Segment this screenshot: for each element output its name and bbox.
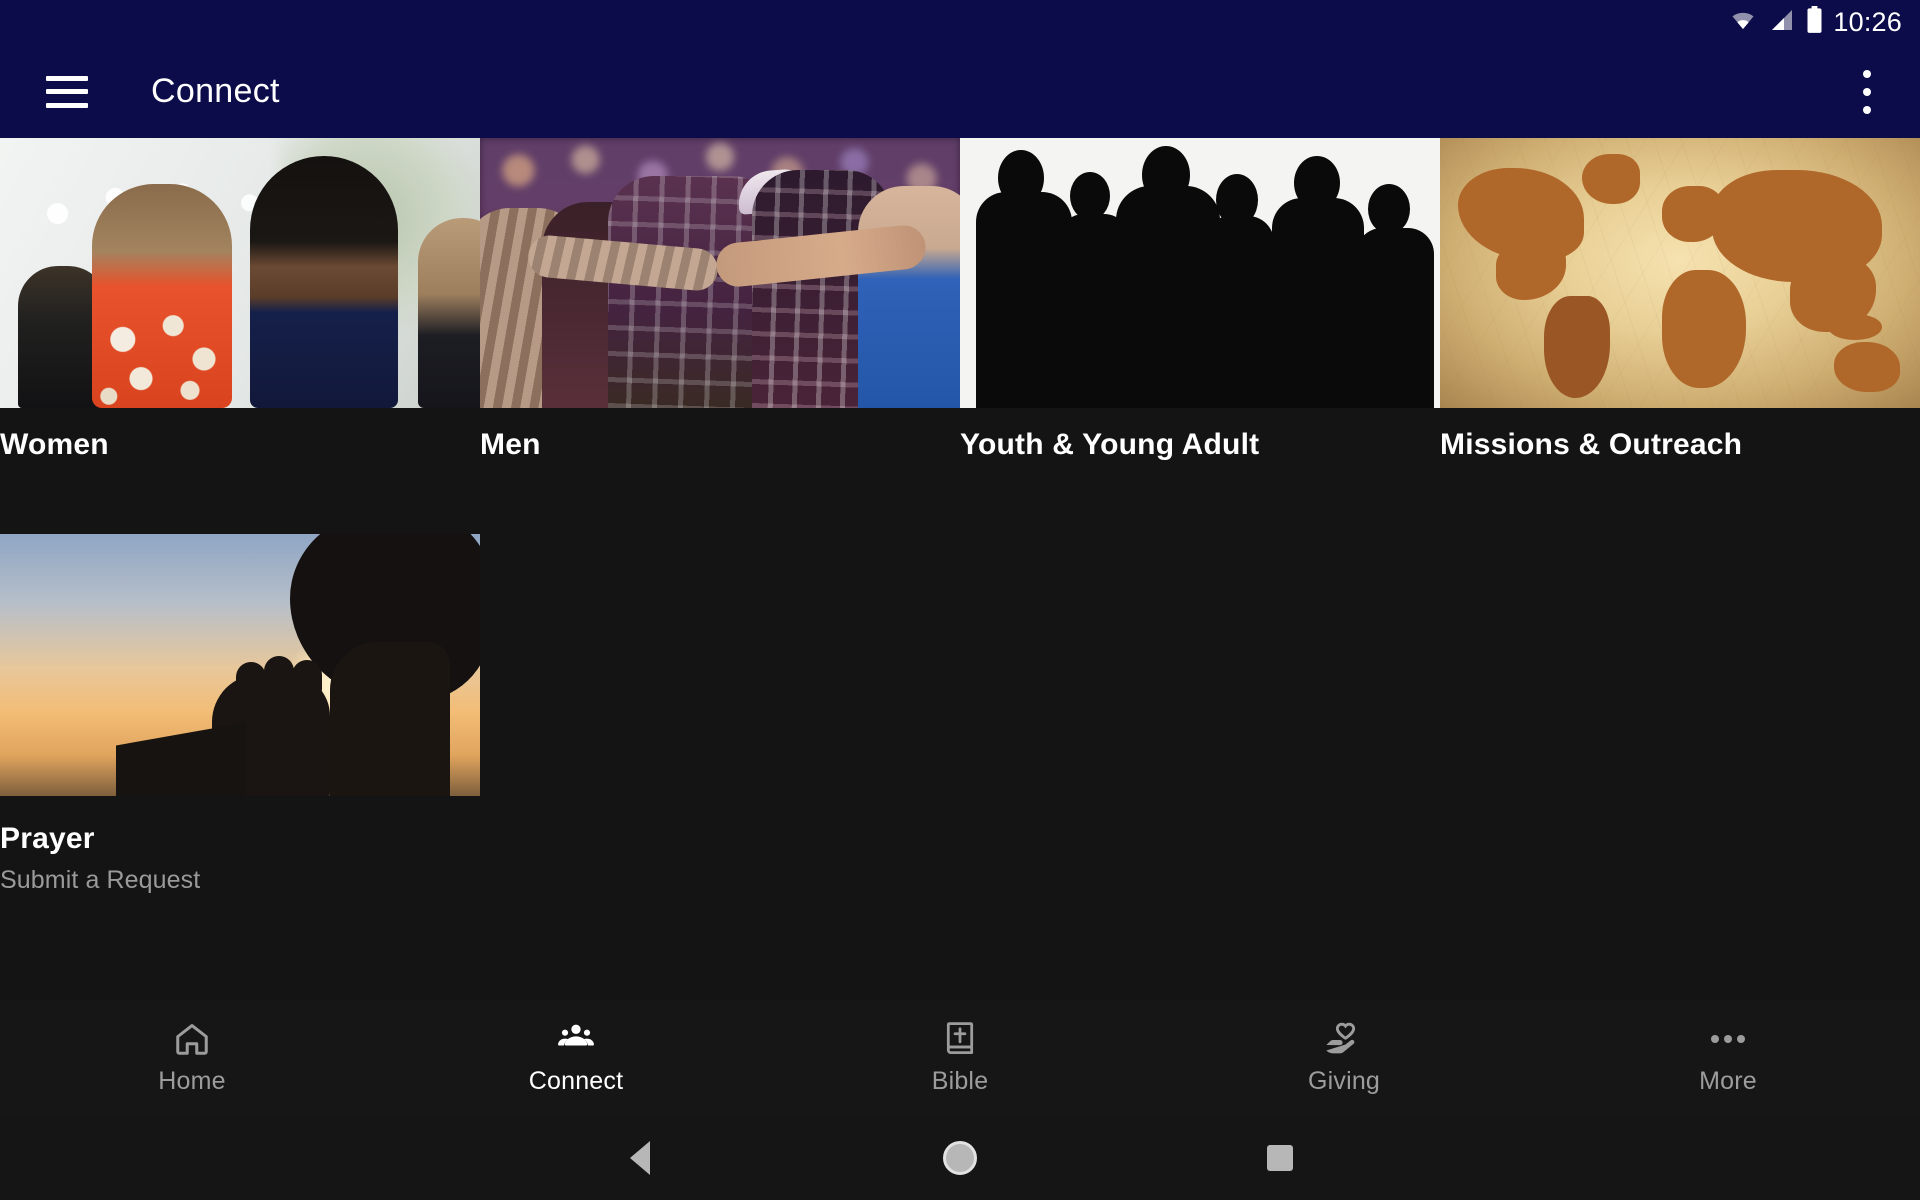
card-title: Youth & Young Adult — [960, 428, 1260, 461]
card-title: Women — [0, 428, 109, 461]
cell-signal-icon — [1769, 8, 1795, 37]
vintage-world-map-photo — [1440, 138, 1920, 408]
card-women[interactable]: Women — [0, 138, 480, 462]
overflow-menu-icon[interactable] — [1862, 69, 1872, 114]
nav-item-giving[interactable]: Giving — [1152, 1000, 1536, 1115]
card-title: Prayer — [0, 822, 95, 855]
back-triangle-icon — [630, 1140, 650, 1175]
card-subtitle: Submit a Request — [0, 866, 201, 894]
card-missions-outreach[interactable]: Missions & Outreach — [1440, 138, 1920, 462]
nav-label: More — [1699, 1067, 1757, 1095]
nav-label: Bible — [931, 1067, 989, 1095]
nav-item-bible[interactable]: Bible — [768, 1000, 1152, 1115]
hamburger-menu-icon[interactable] — [46, 75, 88, 108]
card-title: Missions & Outreach — [1440, 428, 1743, 461]
app-screen: 10:26 Connect Women Men Youth & Young Ad… — [0, 0, 1920, 1200]
app-bar: Connect — [0, 45, 1920, 138]
bottom-navigation-bar: Home Connect Bible Giving More — [0, 1000, 1920, 1115]
nav-item-home[interactable]: Home — [0, 1000, 384, 1115]
wifi-icon — [1728, 8, 1758, 37]
card-title: Men — [480, 428, 541, 461]
nav-label: Home — [158, 1067, 226, 1095]
recents-square-icon — [1267, 1144, 1293, 1171]
home-icon — [172, 1019, 212, 1059]
nav-label: Giving — [1307, 1067, 1381, 1095]
bible-book-icon — [940, 1019, 980, 1059]
status-icons — [1728, 6, 1823, 39]
nav-item-connect[interactable]: Connect — [384, 1000, 768, 1115]
android-system-nav — [0, 1115, 1920, 1200]
status-bar: 10:26 — [0, 0, 1920, 45]
men-praying-huddle-photo — [480, 138, 960, 408]
card-row: Women Men Youth & Young Adult Missions &… — [0, 138, 1920, 462]
nav-label: Connect — [528, 1067, 624, 1095]
card-prayer[interactable]: Prayer Submit a Request — [0, 534, 480, 895]
people-group-icon — [556, 1019, 596, 1059]
card-row: Prayer Submit a Request — [0, 534, 1920, 895]
group-silhouettes-illustration — [960, 138, 1440, 408]
connect-grid: Women Men Youth & Young Adult Missions &… — [0, 138, 1920, 998]
two-women-outdoors-photo — [0, 138, 480, 408]
hand-heart-icon — [1324, 1019, 1364, 1059]
system-recents-button[interactable] — [1120, 1144, 1440, 1171]
more-dots-icon — [1708, 1019, 1748, 1059]
system-back-button[interactable] — [480, 1140, 800, 1175]
card-youth-young-adult[interactable]: Youth & Young Adult — [960, 138, 1440, 462]
system-home-button[interactable] — [800, 1140, 1120, 1175]
home-circle-icon — [943, 1140, 977, 1175]
card-men[interactable]: Men — [480, 138, 960, 462]
page-title: Connect — [151, 72, 280, 110]
praying-hands-sunset-photo — [0, 534, 480, 804]
status-time: 10:26 — [1833, 7, 1902, 37]
battery-icon — [1806, 6, 1823, 39]
nav-item-more[interactable]: More — [1536, 1000, 1920, 1115]
